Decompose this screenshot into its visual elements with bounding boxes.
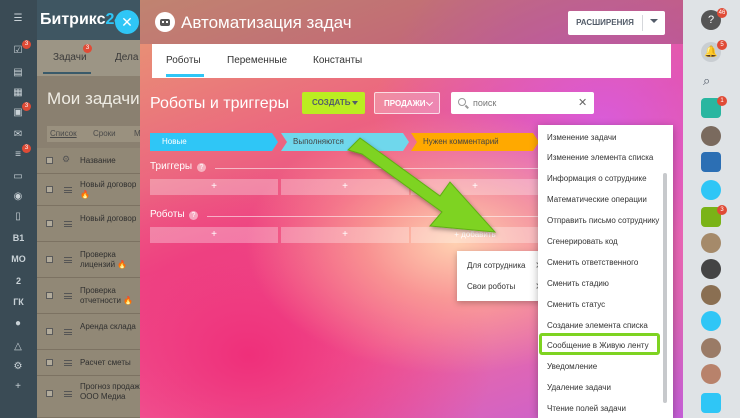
annotation-arrow-icon bbox=[347, 137, 497, 233]
bitrix-logo: Битрикс24 bbox=[40, 11, 123, 29]
row-title[interactable]: Расчет сметы bbox=[80, 358, 140, 368]
avatar[interactable] bbox=[701, 364, 721, 384]
plus-icon[interactable]: + bbox=[10, 380, 26, 394]
background-tabs: Задачи 3 Дела bbox=[37, 40, 140, 76]
gear-icon[interactable]: ⚙ bbox=[62, 154, 70, 165]
row-title[interactable]: Проверка лицензий 🔥 bbox=[80, 250, 140, 270]
tab-deals[interactable]: Дела bbox=[115, 52, 138, 63]
filter-list[interactable]: Список bbox=[50, 129, 77, 138]
menu-icon[interactable]: ☰ bbox=[10, 12, 26, 26]
table-row[interactable]: Проверка лицензий 🔥 bbox=[37, 242, 140, 278]
table-row[interactable]: Аренда склада bbox=[37, 314, 140, 350]
left-navigation-rail: ☰ ☑ 3 ▤ ▦ ▣ 3 ✉ ≡ 3 ▭ ◉ ▯ В1 МО 2 ГК ● △… bbox=[0, 0, 37, 418]
robot-rail-icon[interactable]: ◉ bbox=[10, 190, 26, 204]
select-all-checkbox[interactable] bbox=[46, 157, 53, 164]
exit-icon[interactable] bbox=[701, 393, 721, 413]
row-checkbox[interactable] bbox=[46, 256, 53, 263]
view-filter-bar: Список Сроки М bbox=[47, 126, 141, 142]
avatar[interactable] bbox=[701, 259, 721, 279]
table-row[interactable]: Прогноз продаж ООО Медиа bbox=[37, 376, 140, 418]
clock-chat-icon[interactable] bbox=[701, 311, 721, 331]
row-menu-icon[interactable] bbox=[64, 221, 72, 227]
row-title[interactable]: Проверка отчетности 🔥 bbox=[80, 286, 140, 306]
row-checkbox[interactable] bbox=[46, 359, 53, 366]
close-slider-button[interactable]: ✕ bbox=[115, 10, 139, 34]
fire-icon: 🔥 bbox=[117, 260, 128, 269]
clock-chat-icon[interactable] bbox=[701, 180, 721, 200]
row-text: Новый договор bbox=[80, 180, 137, 189]
table-row[interactable]: Расчет сметы bbox=[37, 350, 140, 376]
tasks-badge: 3 bbox=[22, 40, 31, 49]
avatar[interactable] bbox=[701, 285, 721, 305]
fire-icon: 🔥 bbox=[123, 296, 134, 305]
row-text: Проверка лицензий bbox=[80, 250, 116, 269]
filter-badge: 3 bbox=[22, 144, 31, 153]
table-row[interactable]: Новый договор 🔥 bbox=[37, 174, 140, 206]
tasks-tab-badge: 3 bbox=[83, 44, 92, 53]
chat-badge: 3 bbox=[22, 102, 31, 111]
row-checkbox[interactable] bbox=[46, 390, 53, 397]
row-menu-icon[interactable] bbox=[64, 293, 72, 299]
avatar[interactable] bbox=[701, 233, 721, 253]
row-menu-icon[interactable] bbox=[64, 329, 72, 335]
row-menu-icon[interactable] bbox=[64, 360, 72, 366]
circle-icon[interactable]: ● bbox=[10, 317, 26, 331]
rail-label-b1[interactable]: В1 bbox=[0, 233, 37, 243]
row-title[interactable]: Аренда склада bbox=[80, 322, 140, 332]
rail-label-gk[interactable]: ГК bbox=[0, 297, 37, 307]
avatar[interactable] bbox=[701, 126, 721, 146]
row-checkbox[interactable] bbox=[46, 328, 53, 335]
search-rail-icon[interactable]: ⌕ bbox=[703, 73, 710, 89]
mail-icon[interactable]: ✉ bbox=[10, 128, 26, 142]
rail-label-mo[interactable]: МО bbox=[0, 254, 37, 264]
logo-text: Битрикс bbox=[40, 11, 106, 28]
row-title[interactable]: Новый договор 🔥 bbox=[80, 180, 140, 200]
document-icon[interactable]: ▯ bbox=[10, 210, 26, 224]
drive-icon[interactable]: ▭ bbox=[10, 170, 26, 184]
calendar-icon[interactable]: ▦ bbox=[10, 86, 26, 100]
row-checkbox[interactable] bbox=[46, 292, 53, 299]
fire-icon: 🔥 bbox=[80, 190, 90, 199]
table-row[interactable]: Проверка отчетности 🔥 bbox=[37, 278, 140, 314]
group-icon[interactable] bbox=[701, 152, 721, 172]
filter-deadlines[interactable]: Сроки bbox=[93, 129, 116, 138]
row-menu-icon[interactable] bbox=[64, 187, 72, 193]
avatar[interactable] bbox=[701, 338, 721, 358]
tab-tasks[interactable]: Задачи bbox=[53, 52, 87, 63]
settings-icon[interactable]: ⚙ bbox=[10, 360, 26, 374]
table-row[interactable]: Новый договор bbox=[37, 206, 140, 242]
rail-label-2[interactable]: 2 bbox=[0, 276, 37, 286]
row-menu-icon[interactable] bbox=[64, 257, 72, 263]
triangle-icon[interactable]: △ bbox=[10, 340, 26, 354]
lock-chat-badge: 3 bbox=[717, 205, 727, 215]
help-badge: 46 bbox=[717, 8, 727, 18]
table-header-row: ⚙ Название bbox=[37, 148, 140, 174]
row-text: Проверка отчетности bbox=[80, 286, 121, 305]
row-checkbox[interactable] bbox=[46, 186, 53, 193]
row-menu-icon[interactable] bbox=[64, 391, 72, 397]
row-checkbox[interactable] bbox=[46, 220, 53, 227]
automation-slider: Автоматизация задач РАСШИРЕНИЯ Роботы Пе… bbox=[140, 0, 683, 418]
active-tab-indicator bbox=[43, 72, 91, 74]
page-title: Мои задачи bbox=[47, 89, 140, 108]
column-header-name[interactable]: Название bbox=[80, 156, 140, 166]
notifications-badge: 5 bbox=[717, 40, 727, 50]
right-rail: ? 46 🔔 5 ⌕ 1 3 bbox=[683, 0, 740, 418]
row-title[interactable]: Новый договор bbox=[80, 214, 140, 224]
feed-icon[interactable]: ▤ bbox=[10, 66, 26, 80]
background-tasks-content: Задачи 3 Дела Мои задачи Список Сроки М … bbox=[37, 40, 141, 418]
row-title[interactable]: Прогноз продаж ООО Медиа bbox=[80, 382, 140, 402]
group-chat-badge: 1 bbox=[717, 96, 727, 106]
